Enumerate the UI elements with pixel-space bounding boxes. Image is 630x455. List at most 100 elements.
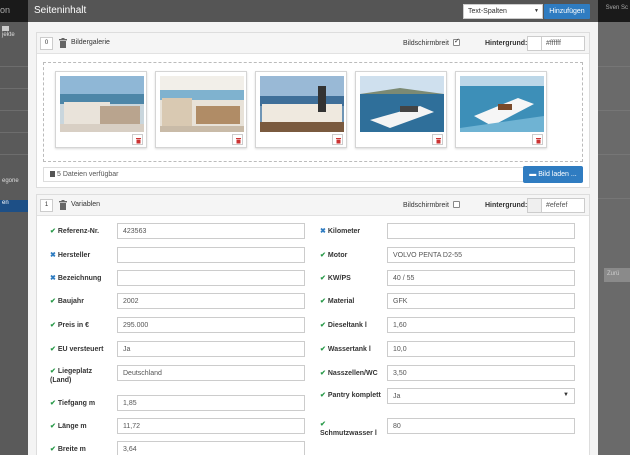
field-label-text: Motor (327, 252, 348, 259)
background-app-title: on (0, 5, 11, 15)
check-icon: ✔ (50, 298, 56, 305)
background-user-name: Sven Sc (605, 5, 628, 11)
field-label-text: Länge m (57, 423, 87, 430)
background-sidebar-item-active: en (0, 200, 28, 212)
field-input[interactable]: GFK (387, 293, 575, 309)
field-label: ✖ Hersteller (50, 251, 120, 260)
delete-image-button[interactable] (532, 134, 543, 145)
gallery-thumbnail[interactable] (155, 71, 247, 148)
divider (598, 66, 630, 67)
field-input[interactable]: 3,64 (117, 441, 305, 455)
field-input[interactable]: 423563 (117, 223, 305, 239)
gallery-thumbnail[interactable] (355, 71, 447, 148)
delete-image-button[interactable] (132, 134, 143, 145)
gallery-section: 0 Bildergalerie Bildschirmbreit Hintergr… (36, 32, 590, 188)
variables-order-input[interactable]: 1 (40, 199, 53, 212)
field-label-text: Nasszellen/WC (327, 370, 378, 377)
files-available-bar: 5 Dateien verfügbar (43, 167, 583, 182)
gallery-thumbnail[interactable] (455, 71, 547, 148)
delete-image-button[interactable] (432, 134, 443, 145)
yacht-interior-image (60, 76, 144, 132)
divider (0, 132, 28, 133)
content-type-select-value: Text-Spalten (468, 8, 507, 15)
gallery-fullwidth-checkbox[interactable] (453, 37, 460, 46)
field-input[interactable] (117, 247, 305, 263)
field-input[interactable]: 80 (387, 418, 575, 434)
field-label: ✖ Bezeichnung (50, 274, 120, 283)
files-available-label: 5 Dateien verfügbar (57, 171, 119, 178)
field-input[interactable]: 40 / 55 (387, 270, 575, 286)
delete-image-button[interactable] (232, 134, 243, 145)
field-label: ✔ Material (320, 297, 390, 306)
field-input[interactable]: 2002 (117, 293, 305, 309)
field-input[interactable]: 11,72 (117, 418, 305, 434)
field-label-text: Preis in € (57, 322, 90, 329)
content-type-select[interactable]: Text-Spalten ▼ (463, 4, 543, 19)
check-icon: ✔ (320, 275, 326, 282)
variables-color-input[interactable]: #efefef (541, 198, 585, 213)
field-input[interactable]: Deutschland (117, 365, 305, 381)
divider (0, 154, 28, 155)
caret-down-icon: ▼ (563, 392, 569, 398)
modal-header: Seiteninhalt Text-Spalten ▼ Hinzufügen (28, 0, 598, 22)
trash-icon[interactable] (59, 200, 67, 210)
field-label: ✔ Länge m (50, 422, 120, 431)
gallery-thumbnail[interactable] (55, 71, 147, 148)
modal-title: Seiteninhalt (34, 5, 87, 16)
pantry-select-value: Ja (393, 393, 401, 400)
yacht-deck-image (260, 76, 344, 132)
gallery-color-swatch[interactable] (527, 36, 541, 51)
field-input[interactable]: 3,50 (387, 365, 575, 381)
field-input[interactable] (117, 270, 305, 286)
variables-color-swatch[interactable] (527, 198, 541, 213)
field-label-text: Wassertank l (327, 346, 371, 353)
background-sidebar-item-category: egorie (2, 178, 19, 184)
content-modal: Seiteninhalt Text-Spalten ▼ Hinzufügen 0… (28, 0, 598, 455)
divider (0, 110, 28, 111)
gallery-color-input[interactable]: #ffffff (541, 36, 585, 51)
field-label: ✔ Motor (320, 251, 390, 260)
field-label: ✔ Referenz-Nr. (50, 227, 120, 236)
variables-fullwidth-checkbox[interactable] (453, 201, 460, 208)
field-label-text: Dieseltank l (327, 322, 367, 329)
gallery-order-input[interactable]: 0 (40, 37, 53, 50)
check-icon: ✔ (50, 322, 56, 329)
gallery-section-title: Bildergalerie (71, 39, 110, 46)
file-icon (50, 171, 55, 177)
yacht-at-sea-image (360, 76, 444, 132)
field-label-text: Liegeplatz (Land) (50, 368, 93, 384)
divider (598, 154, 630, 155)
field-input[interactable] (387, 223, 575, 239)
field-label: ✔ Liegeplatz (Land) (50, 367, 114, 385)
check-icon: ✔ (50, 346, 56, 353)
gallery-drop-area[interactable] (43, 62, 583, 162)
load-image-button[interactable]: ▬ Bild laden ... (523, 166, 583, 183)
field-label: ✔ Pantry komplett (320, 391, 384, 400)
load-image-label: Bild laden ... (538, 171, 577, 178)
check-icon: ✔ (320, 346, 326, 353)
cross-icon: ✖ (50, 275, 56, 282)
field-label: ✔ Schmutzwasser l (320, 420, 384, 438)
field-input[interactable]: 1,85 (117, 395, 305, 411)
field-label-text: Referenz-Nr. (57, 228, 100, 235)
delete-image-button[interactable] (332, 134, 343, 145)
briefcase-icon (2, 26, 9, 31)
field-label-text: EU versteuert (57, 346, 104, 353)
field-input[interactable]: 295.000 (117, 317, 305, 333)
field-input[interactable]: 1,60 (387, 317, 575, 333)
check-icon: ✔ (50, 400, 56, 407)
gallery-thumbnail[interactable] (255, 71, 347, 148)
field-label: ✔ Preis in € (50, 321, 120, 330)
divider (0, 88, 28, 89)
field-label: ✖ Kilometer (320, 227, 390, 236)
cross-icon: ✖ (50, 252, 56, 259)
field-label: ✔ KW/PS (320, 274, 390, 283)
field-input[interactable]: 10,0 (387, 341, 575, 357)
field-label: ✔ Nasszellen/WC (320, 369, 390, 378)
trash-icon[interactable] (59, 38, 67, 48)
field-input[interactable]: VOLVO PENTA D2-55 (387, 247, 575, 263)
add-button[interactable]: Hinzufügen (544, 4, 590, 19)
field-input[interactable]: Ja (117, 341, 305, 357)
check-icon: ✔ (320, 370, 326, 377)
pantry-select[interactable]: Ja ▼ (387, 388, 575, 404)
